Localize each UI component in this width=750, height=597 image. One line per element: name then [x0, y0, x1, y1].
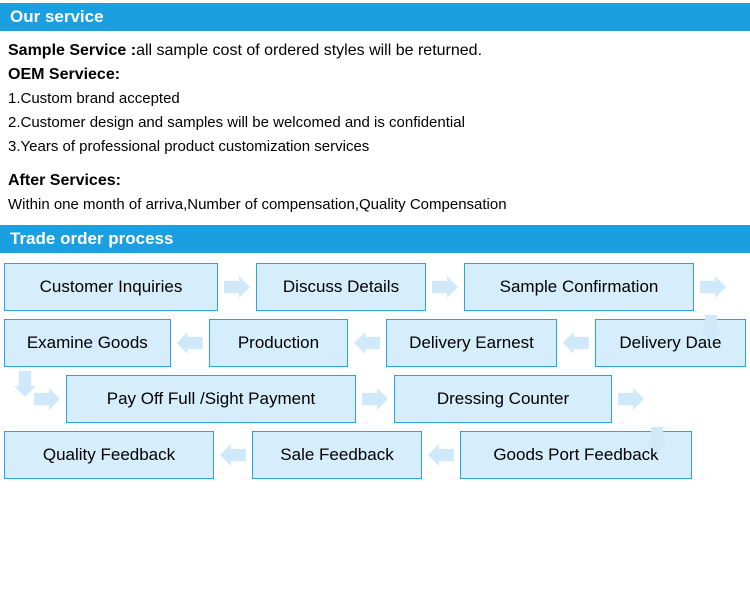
service-line-oem-label: OEM Serviece:	[8, 66, 121, 83]
arrow-left-icon	[220, 444, 246, 466]
service-line-oem-heading: OEM Serviece:	[8, 63, 742, 86]
flow-box-examine-goods[interactable]: Examine Goods	[4, 319, 171, 367]
flow-row-3: Pay Off Full /Sight Payment Dressing Cou…	[4, 373, 746, 425]
arrow-right-icon	[362, 388, 388, 410]
service-line-after-text: Within one month of arriva,Number of com…	[8, 196, 507, 213]
arrow-right-icon	[618, 388, 644, 410]
flow-box-sale-feedback[interactable]: Sale Feedback	[252, 431, 422, 479]
flow-row-4: Quality Feedback Sale Feedback Goods Por…	[4, 429, 746, 481]
service-line-after-label: After Services:	[8, 172, 121, 189]
our-service-body: Sample Service :all sample cost of order…	[0, 31, 750, 221]
our-service-header: Our service	[0, 3, 750, 31]
service-line-oem-3: 3.Years of professional product customiz…	[8, 138, 370, 155]
arrow-right-icon	[432, 276, 458, 298]
trade-order-flowchart: Customer Inquiries Discuss Details Sampl…	[0, 253, 750, 481]
flow-box-sample-confirmation[interactable]: Sample Confirmation	[464, 263, 694, 311]
flow-box-customer-inquiries[interactable]: Customer Inquiries	[4, 263, 218, 311]
arrow-left-icon	[354, 332, 381, 354]
service-line-oem-2: 2.Customer design and samples will be we…	[8, 114, 465, 131]
flow-row-2: Examine Goods Production Delivery Earnes…	[4, 317, 746, 369]
page-root: Our service Sample Service :all sample c…	[0, 3, 750, 597]
arrow-left-icon	[176, 332, 203, 354]
arrow-left-icon	[428, 444, 454, 466]
flow-row-1: Customer Inquiries Discuss Details Sampl…	[4, 261, 746, 313]
flow-box-dressing-counter[interactable]: Dressing Counter	[394, 375, 612, 423]
flow-box-discuss-details[interactable]: Discuss Details	[256, 263, 426, 311]
arrow-right-icon	[700, 276, 726, 298]
flow-box-delivery-earnest[interactable]: Delivery Earnest	[386, 319, 557, 367]
service-spacer	[8, 159, 742, 169]
flow-box-quality-feedback[interactable]: Quality Feedback	[4, 431, 214, 479]
arrow-right-icon	[224, 276, 250, 298]
service-line-after-heading: After Services:	[8, 169, 742, 192]
trade-order-process-header: Trade order process	[0, 225, 750, 253]
flow-box-pay-off-full-sight-payment[interactable]: Pay Off Full /Sight Payment	[66, 375, 356, 423]
arrow-right-icon	[34, 388, 60, 410]
flow-box-delivery-date[interactable]: Delivery Date	[594, 319, 746, 367]
arrow-left-icon	[562, 332, 589, 354]
service-line-sample-text: all sample cost of ordered styles will b…	[136, 42, 483, 59]
flow-box-production[interactable]: Production	[208, 319, 349, 367]
service-line-sample-label: Sample Service :	[8, 42, 137, 59]
service-line-sample: Sample Service :all sample cost of order…	[8, 39, 742, 62]
service-line-oem-1: 1.Custom brand accepted	[8, 90, 180, 107]
